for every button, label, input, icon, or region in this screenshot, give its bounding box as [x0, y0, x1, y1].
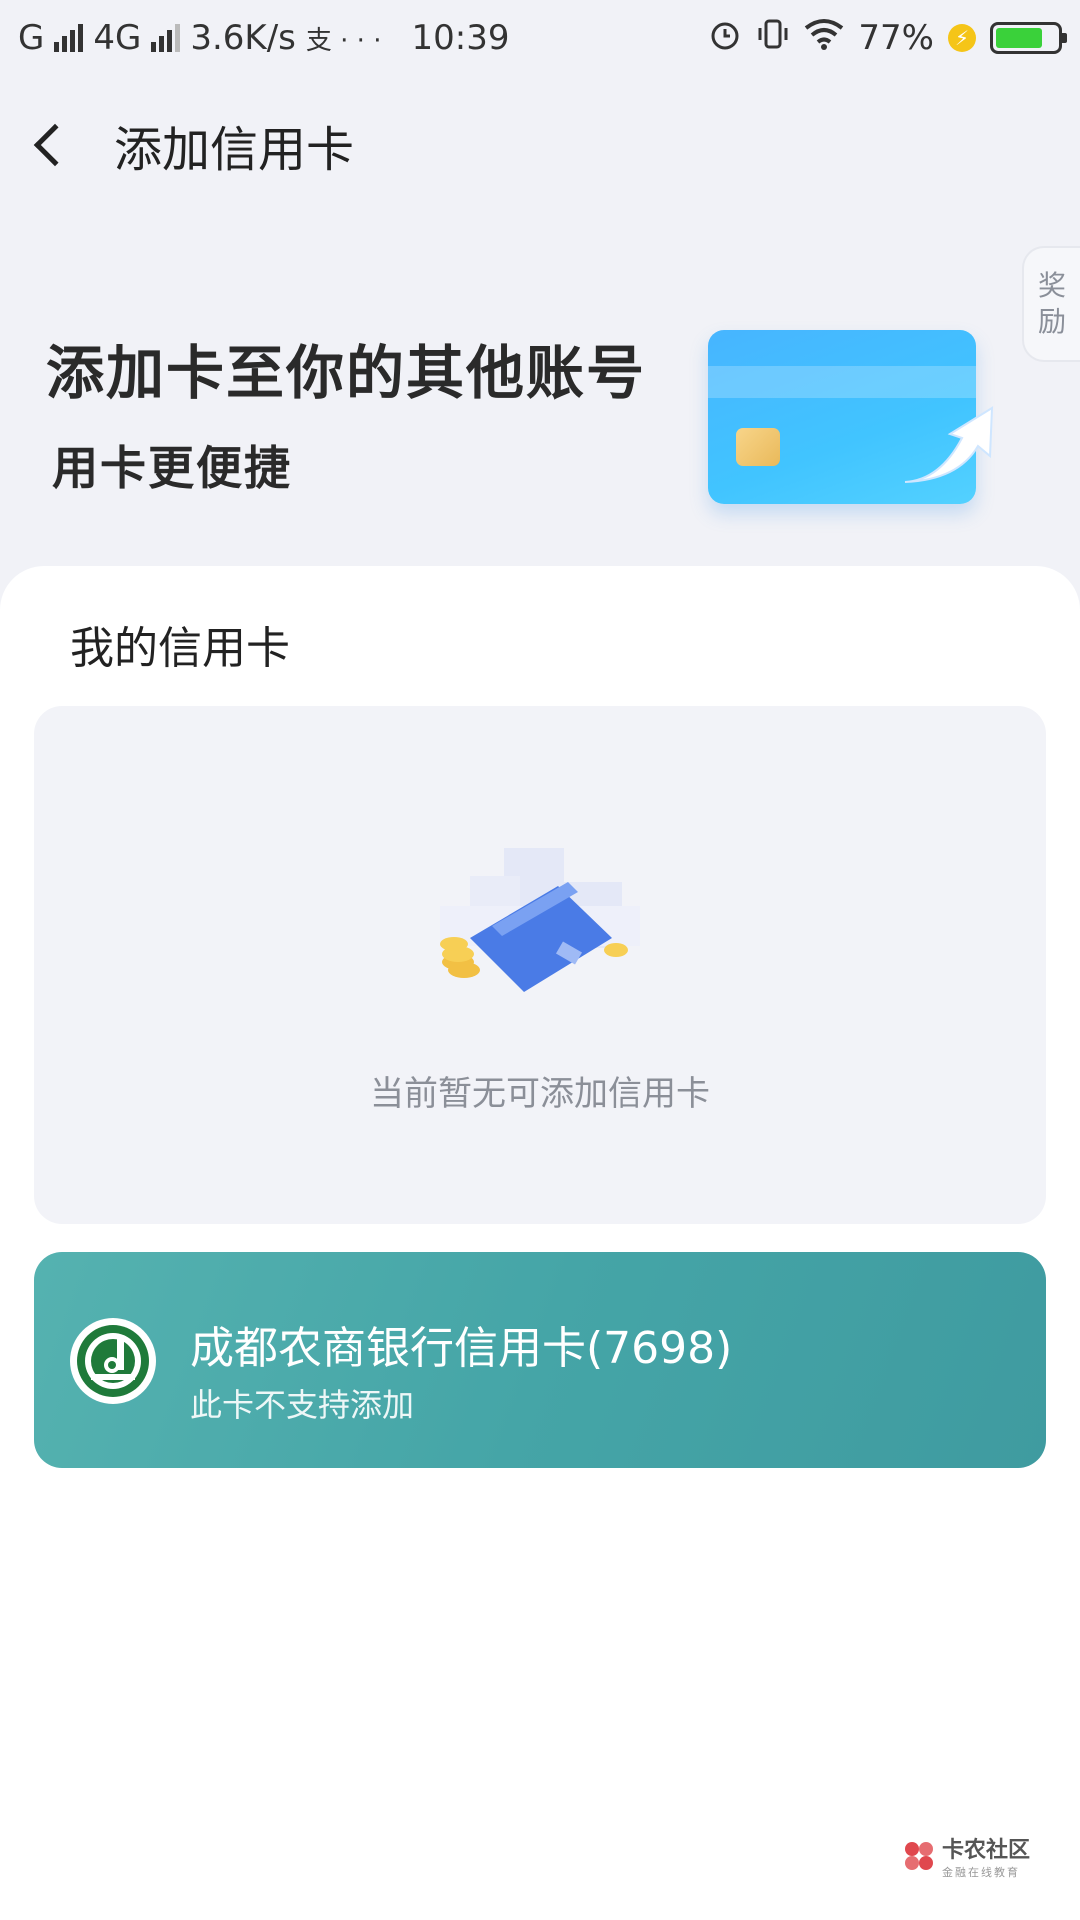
carrier-2: 4G [93, 18, 142, 58]
empty-state-text: 当前暂无可添加信用卡 [370, 1074, 710, 1114]
bank-card-item[interactable]: 成都农商银行信用卡(7698) 此卡不支持添加 [34, 1252, 1046, 1468]
bank-card-name: 成都农商银行信用卡(7698) [190, 1323, 733, 1374]
battery-icon [990, 22, 1067, 54]
battery-percent: 77% [858, 18, 934, 58]
nav-bar: 添加信用卡 [0, 100, 1080, 190]
reward-tab-label-1: 奖 [1037, 269, 1066, 302]
charging-icon: ⚡ [948, 24, 976, 52]
reward-tab-label-2: 励 [1037, 305, 1066, 338]
chevron-left-icon [33, 123, 77, 167]
bank-logo-icon [70, 1318, 156, 1404]
card-chip-icon [736, 428, 780, 466]
signal-icon [54, 24, 84, 52]
clock: 10:39 [411, 18, 510, 58]
share-arrow-icon [904, 406, 994, 483]
wifi-icon [804, 18, 844, 59]
hero-title: 添加卡至你的其他账号 [46, 339, 647, 407]
watermark-sub: 金融在线教育 [942, 1866, 1020, 1879]
vibrate-icon [756, 17, 790, 60]
bank-card-note: 此卡不支持添加 [190, 1386, 415, 1424]
kanong-logo-icon [905, 1842, 933, 1870]
back-button[interactable] [0, 100, 100, 190]
section-title: 我的信用卡 [70, 623, 290, 674]
watermark: 卡农社区 金融在线教育 [902, 1832, 1030, 1880]
empty-cards-illustration [440, 848, 640, 992]
status-bar: G 4G 3.6K/s 支 · · · 10:39 77% ⚡ [0, 0, 1080, 76]
header-area [0, 0, 1080, 640]
hero-subtitle: 用卡更便捷 [52, 441, 292, 495]
carrier-1: G [18, 18, 45, 58]
reward-tab[interactable]: 奖 励 [1022, 246, 1080, 362]
notification-icons: 支 · · · [305, 25, 382, 56]
page-title: 添加信用卡 [114, 122, 355, 178]
watermark-main: 卡农社区 [942, 1838, 1031, 1863]
alarm-icon [708, 17, 742, 60]
net-speed: 3.6K/s [190, 18, 296, 58]
signal-icon-2 [151, 24, 181, 52]
